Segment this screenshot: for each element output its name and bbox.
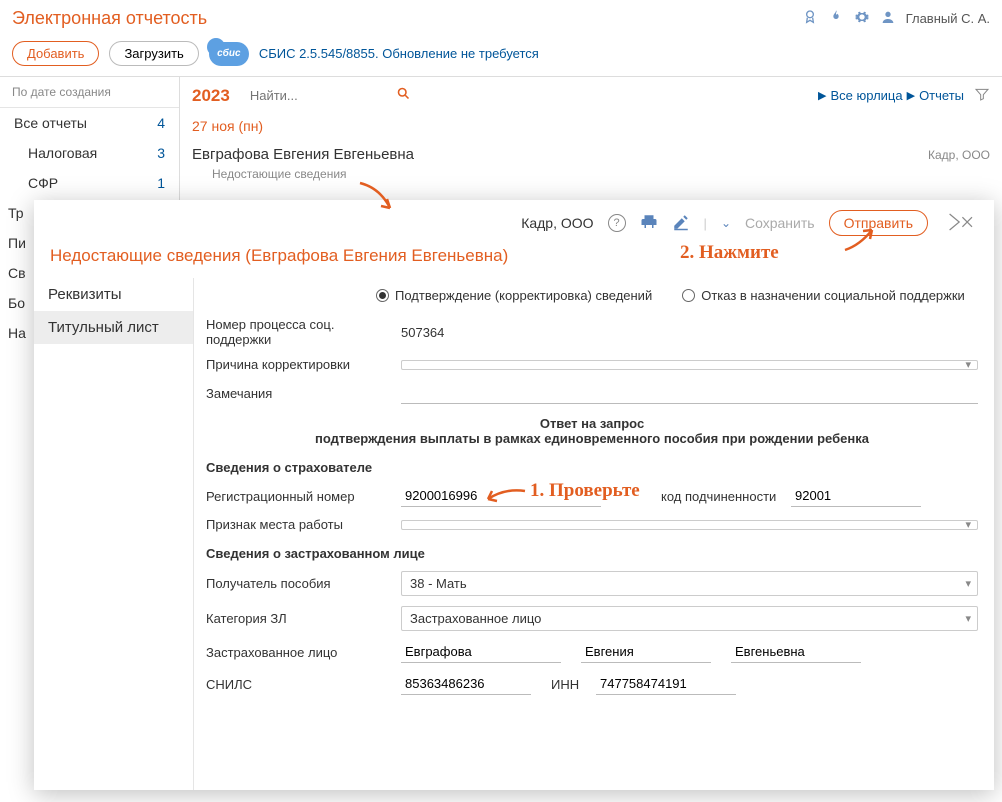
input-notes[interactable] xyxy=(401,382,978,404)
modal-nav: Реквизиты Титульный лист xyxy=(34,278,194,790)
arrow-icon: ▶ xyxy=(907,89,915,102)
filter-links: ▶ Все юрлица ▶ Отчеты xyxy=(818,86,990,105)
label-category: Категория ЗЛ xyxy=(206,611,401,626)
reports-link[interactable]: Отчеты xyxy=(919,88,964,103)
sidebar-item-label: СФР xyxy=(28,175,58,191)
search-box[interactable] xyxy=(242,83,419,108)
badge-icon[interactable] xyxy=(802,9,818,28)
upload-button[interactable]: Загрузить xyxy=(109,41,198,66)
sidebar-item-count: 1 xyxy=(157,175,165,191)
nav-item-requisites[interactable]: Реквизиты xyxy=(34,278,193,311)
arrow-icon: ▶ xyxy=(818,89,826,102)
gear-icon[interactable] xyxy=(854,9,870,28)
close-icon[interactable] xyxy=(948,212,980,235)
chevron-down-icon[interactable]: ⌄ xyxy=(721,216,731,230)
radio-label: Подтверждение (корректировка) сведений xyxy=(395,288,652,303)
sbis-logo: сбис xyxy=(209,42,249,66)
search-icon[interactable] xyxy=(396,86,411,105)
label-work-sign: Признак места работы xyxy=(206,517,401,532)
help-icon[interactable]: ? xyxy=(608,214,626,232)
input-inn[interactable] xyxy=(596,673,736,695)
print-icon[interactable] xyxy=(640,213,658,234)
input-lastname[interactable] xyxy=(401,641,561,663)
select-work-sign[interactable]: ▾ xyxy=(401,520,978,530)
label-insured-person: Застрахованное лицо xyxy=(206,645,401,660)
select-recipient[interactable]: 38 - Мать▾ xyxy=(401,571,978,596)
send-button[interactable]: Отправить xyxy=(829,210,928,236)
sidebar-header: По дате создания xyxy=(0,77,179,108)
label-reg-num: Регистрационный номер xyxy=(206,489,401,504)
sidebar-item-tax[interactable]: Налоговая 3 xyxy=(0,138,179,168)
select-value: 38 - Мать xyxy=(410,576,467,591)
all-entities-link[interactable]: Все юрлица xyxy=(831,88,903,103)
label-recipient: Получатель пособия xyxy=(206,576,401,591)
report-modal: Кадр, ООО ? | ⌄ Сохранить Отправить Недо… xyxy=(34,200,994,790)
select-value: Застрахованное лицо xyxy=(410,611,541,626)
input-firstname[interactable] xyxy=(581,641,711,663)
filter-icon[interactable] xyxy=(974,86,990,105)
form-area: Подтверждение (корректировка) сведений О… xyxy=(194,278,994,790)
label-reason: Причина корректировки xyxy=(206,357,401,372)
label-sub-code: код подчиненности xyxy=(661,489,791,504)
page-title: Электронная отчетость xyxy=(12,8,207,29)
sidebar-item-label: Все отчеты xyxy=(14,115,87,131)
user-icon[interactable] xyxy=(880,9,896,28)
value-proc-num: 507364 xyxy=(401,322,444,343)
section-insured: Сведения о застрахованном лице xyxy=(206,546,978,561)
label-snils: СНИЛС xyxy=(206,677,401,692)
sidebar-item-count: 4 xyxy=(157,115,165,131)
input-middlename[interactable] xyxy=(731,641,861,663)
input-snils[interactable] xyxy=(401,673,531,695)
radio-confirm[interactable]: Подтверждение (корректировка) сведений xyxy=(376,288,652,303)
person-org: Кадр, ООО xyxy=(928,148,990,162)
date-header: 27 ноя (пн) xyxy=(192,118,990,134)
select-category[interactable]: Застрахованное лицо▾ xyxy=(401,606,978,631)
section-insurer: Сведения о страхователе xyxy=(206,460,978,475)
save-button[interactable]: Сохранить xyxy=(745,215,815,231)
user-name[interactable]: Главный С. А. xyxy=(906,11,990,26)
report-subtitle: Недостающие сведения xyxy=(212,167,990,181)
add-button[interactable]: Добавить xyxy=(12,41,99,66)
modal-org: Кадр, ООО xyxy=(521,215,593,231)
select-reason[interactable]: ▾ xyxy=(401,360,978,370)
search-input[interactable] xyxy=(250,88,390,103)
input-sub-code[interactable] xyxy=(791,485,921,507)
response-subtitle: подтверждения выплаты в рамках единоврем… xyxy=(206,431,978,446)
radio-deny[interactable]: Отказ в назначении социальной поддержки xyxy=(682,288,965,303)
year-selector[interactable]: 2023 xyxy=(192,86,230,106)
sidebar-item-sfr[interactable]: СФР 1 xyxy=(0,168,179,198)
sidebar-item-all[interactable]: Все отчеты 4 xyxy=(0,108,179,138)
modal-title: Недостающие сведения (Евграфова Евгения … xyxy=(34,242,994,278)
update-status-link[interactable]: СБИС 2.5.545/8855. Обновление не требует… xyxy=(259,46,539,61)
flame-icon[interactable] xyxy=(828,9,844,28)
response-title: Ответ на запрос xyxy=(206,416,978,431)
sidebar-item-label: Налоговая xyxy=(28,145,97,161)
label-notes: Замечания xyxy=(206,386,401,401)
nav-item-title-page[interactable]: Титульный лист xyxy=(34,311,193,344)
input-reg-num[interactable] xyxy=(401,485,601,507)
radio-label: Отказ в назначении социальной поддержки xyxy=(701,288,965,303)
label-proc-num: Номер процесса соц. поддержки xyxy=(206,317,401,347)
label-inn: ИНН xyxy=(551,677,596,692)
edit-icon[interactable] xyxy=(672,213,690,234)
person-name[interactable]: Евграфова Евгения Евгеньевна xyxy=(192,146,414,163)
sidebar-item-count: 3 xyxy=(157,145,165,161)
